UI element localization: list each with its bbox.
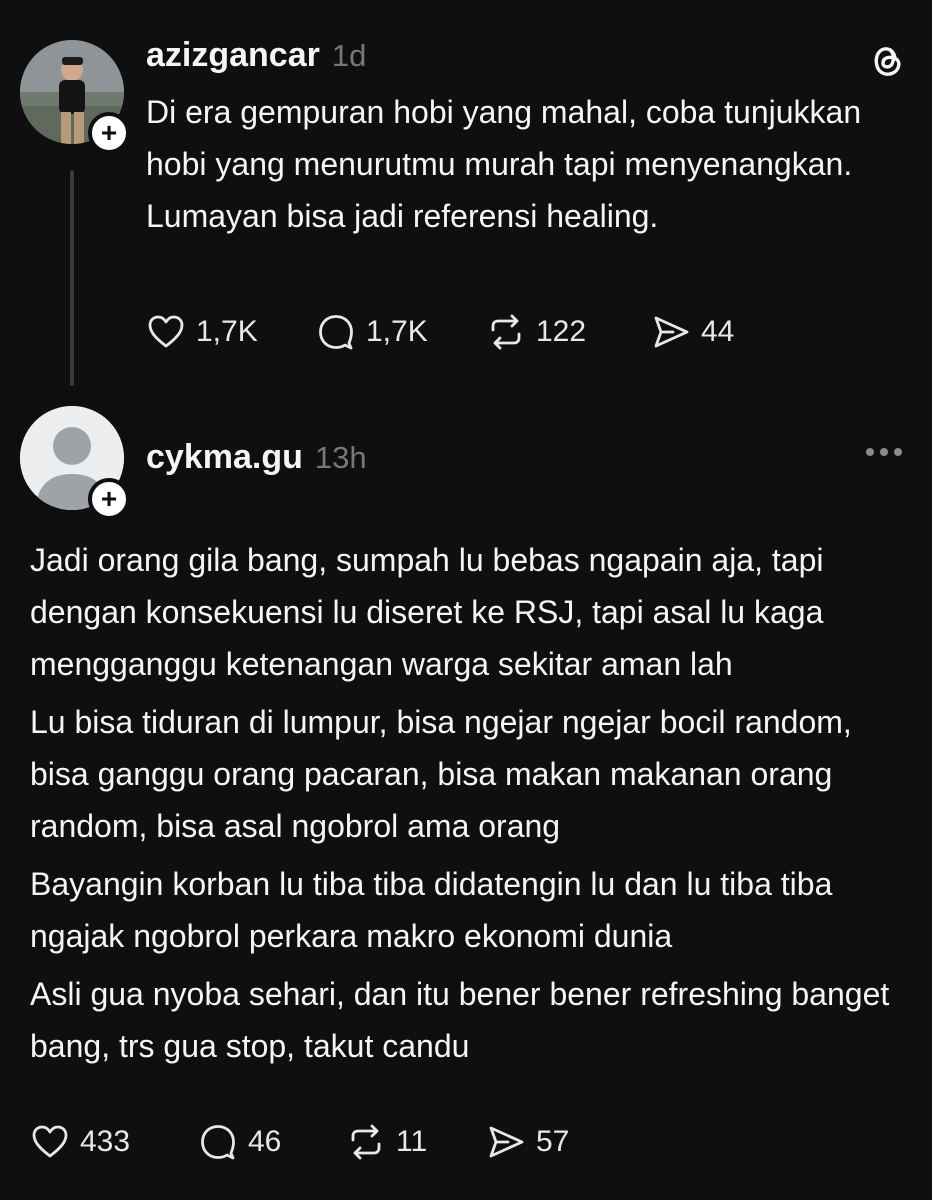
repost-count: 11 [396, 1125, 428, 1158]
repost-button[interactable]: 122 [486, 312, 651, 352]
share-count: 44 [701, 315, 735, 348]
heart-icon [146, 312, 186, 352]
action-bar: 1,7K 1,7K 122 44 [146, 312, 734, 352]
send-icon [651, 312, 691, 352]
share-count: 57 [536, 1125, 570, 1158]
reply-paragraph: Asli gua nyoba sehari, dan itu bener ben… [30, 976, 890, 1064]
username[interactable]: cykma.gu [146, 438, 303, 477]
post-header: azizgancar 1d [146, 36, 366, 75]
timestamp: 13h [314, 440, 367, 475]
reply-text: Jadi orang gila bang, sumpah lu bebas ng… [30, 534, 910, 1072]
original-post-avatar-container[interactable]: + [20, 40, 130, 154]
reply-post-avatar-container[interactable]: + [20, 406, 130, 520]
reply-paragraph: Jadi orang gila bang, sumpah lu bebas ng… [30, 542, 824, 682]
thread-connector-line [70, 170, 74, 386]
original-post: + azizgancar 1d Di era gempuran hobi yan… [0, 0, 932, 400]
reply-post: + cykma.gu 13h Jadi orang gila bang, sum… [0, 400, 932, 1200]
comment-count: 46 [248, 1125, 282, 1158]
more-dots-icon[interactable] [866, 448, 902, 456]
repost-icon [486, 312, 526, 352]
timestamp: 1d [331, 38, 367, 73]
repost-icon [346, 1122, 386, 1162]
follow-button[interactable]: + [88, 478, 130, 520]
send-icon [486, 1122, 526, 1162]
like-button[interactable]: 1,7K [146, 312, 316, 352]
share-button[interactable]: 44 [651, 312, 734, 352]
post-text: Di era gempuran hobi yang mahal, coba tu… [146, 94, 862, 234]
like-button[interactable]: 433 [30, 1122, 198, 1162]
repost-button[interactable]: 11 [346, 1122, 486, 1162]
username[interactable]: azizgancar [146, 36, 320, 75]
like-count: 433 [80, 1125, 131, 1158]
post-header: cykma.gu 13h [146, 438, 367, 477]
follow-button[interactable]: + [88, 112, 130, 154]
reply-paragraph: Lu bisa tiduran di lumpur, bisa ngejar n… [30, 704, 852, 844]
like-count: 1,7K [196, 315, 258, 348]
share-button[interactable]: 57 [486, 1122, 569, 1162]
comment-button[interactable]: 1,7K [316, 312, 486, 352]
comment-bubble-icon [198, 1122, 238, 1162]
action-bar: 433 46 11 57 [30, 1122, 569, 1162]
comment-count: 1,7K [366, 315, 428, 348]
comment-button[interactable]: 46 [198, 1122, 346, 1162]
heart-icon [30, 1122, 70, 1162]
reply-paragraph: Bayangin korban lu tiba tiba didatengin … [30, 866, 833, 954]
repost-count: 122 [536, 315, 587, 348]
comment-bubble-icon [316, 312, 356, 352]
